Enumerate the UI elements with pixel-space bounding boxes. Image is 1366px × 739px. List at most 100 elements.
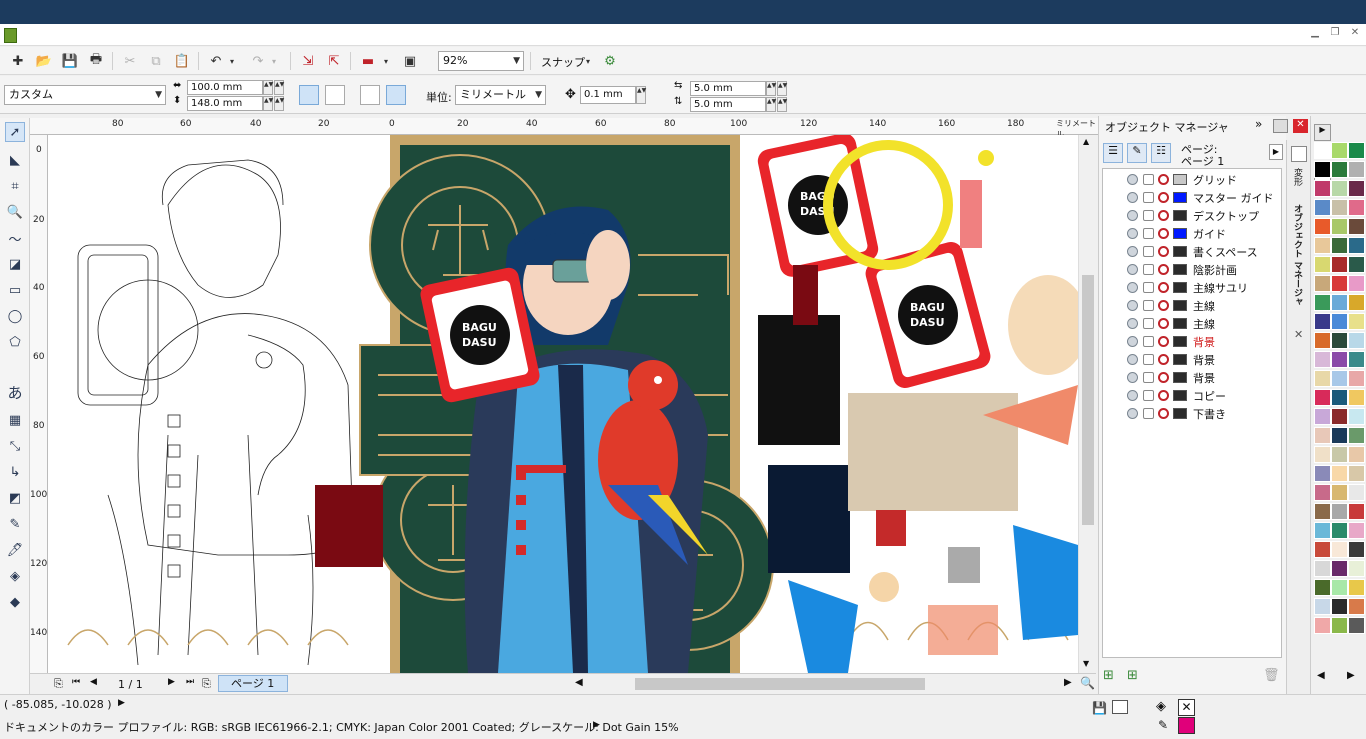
color-swatch[interactable] <box>1348 522 1365 539</box>
scroll-up-icon[interactable]: ▲ <box>1083 137 1089 146</box>
color-swatch[interactable] <box>1314 180 1331 197</box>
layer-color-swatch[interactable] <box>1173 372 1187 383</box>
all-pages-button[interactable] <box>360 85 380 105</box>
layer-color-swatch[interactable] <box>1173 174 1187 185</box>
first-page-icon[interactable]: ⏮ <box>72 677 80 687</box>
minimize-icon[interactable]: ▁ <box>1308 27 1322 38</box>
eye-icon[interactable] <box>1127 264 1138 275</box>
close-docker-icon[interactable]: ✕ <box>1293 119 1308 133</box>
color-swatch[interactable] <box>1348 332 1365 349</box>
color-swatch[interactable] <box>1314 579 1331 596</box>
lock-icon[interactable] <box>1158 390 1169 401</box>
color-swatch[interactable] <box>1331 199 1348 216</box>
printer-icon[interactable] <box>1143 174 1154 185</box>
layer-name[interactable]: グリッド <box>1193 172 1237 188</box>
page-width-spinner[interactable]: ▲▼ <box>263 80 273 95</box>
color-swatch[interactable] <box>1314 427 1331 444</box>
layer-name[interactable]: コピー <box>1193 388 1226 404</box>
prev-page-icon[interactable]: ◀ <box>90 677 97 687</box>
color-swatch[interactable] <box>1314 484 1331 501</box>
layer-name[interactable]: 背景 <box>1193 352 1215 368</box>
docker-menu-icon[interactable]: ▶ <box>1269 144 1283 160</box>
color-swatch[interactable] <box>1348 427 1365 444</box>
color-swatch[interactable] <box>1348 389 1365 406</box>
lock-icon[interactable] <box>1158 192 1169 203</box>
color-swatch[interactable] <box>1314 617 1331 634</box>
restore-icon[interactable]: ❐ <box>1328 27 1342 38</box>
color-swatch[interactable] <box>1314 503 1331 520</box>
eye-icon[interactable] <box>1127 408 1138 419</box>
connector-tool-icon[interactable]: ↳ <box>5 462 25 482</box>
eye-icon[interactable] <box>1127 390 1138 401</box>
layer-row[interactable]: 書くスペース <box>1103 243 1281 261</box>
eye-icon[interactable] <box>1127 174 1138 185</box>
text-tool-icon[interactable]: あ <box>5 382 25 402</box>
color-swatch[interactable] <box>1331 446 1348 463</box>
preview-icon[interactable] <box>1112 700 1128 714</box>
print-icon[interactable]: 🖶 <box>86 51 106 71</box>
printer-icon[interactable] <box>1143 264 1154 275</box>
cut-icon[interactable]: ✂ <box>120 51 140 71</box>
color-swatch[interactable] <box>1348 484 1365 501</box>
minimize-docker-icon[interactable] <box>1273 119 1288 133</box>
layer-name[interactable]: 下書き <box>1193 406 1226 422</box>
color-swatch[interactable] <box>1314 560 1331 577</box>
units-select[interactable]: ミリメートル ▼ <box>455 85 546 105</box>
rectangle-tool-icon[interactable]: ▭ <box>5 280 25 300</box>
color-swatch[interactable] <box>1331 427 1348 444</box>
color-swatch[interactable] <box>1331 579 1348 596</box>
layer-color-swatch[interactable] <box>1173 300 1187 311</box>
color-swatch[interactable] <box>1331 408 1348 425</box>
layer-color-swatch[interactable] <box>1173 246 1187 257</box>
options-icon[interactable]: ⚙ <box>600 51 620 71</box>
color-swatch[interactable] <box>1314 408 1331 425</box>
color-swatch[interactable] <box>1331 294 1348 311</box>
lock-icon[interactable] <box>1158 282 1169 293</box>
paste-icon[interactable]: 📋 <box>172 51 192 71</box>
publish-pdf-icon[interactable]: ▬ <box>358 51 378 71</box>
lock-icon[interactable] <box>1158 300 1169 311</box>
printer-icon[interactable] <box>1143 228 1154 239</box>
page-height-units-spinner[interactable]: ▲▼ <box>274 96 284 111</box>
printer-icon[interactable] <box>1143 300 1154 311</box>
printer-icon[interactable] <box>1143 390 1154 401</box>
layer-name[interactable]: 書くスペース <box>1193 244 1258 260</box>
layer-name[interactable]: ガイド <box>1193 226 1226 242</box>
color-swatch[interactable] <box>1314 218 1331 235</box>
snap-dropdown-icon[interactable]: ▾ <box>582 51 594 71</box>
layer-manager-view-icon[interactable]: ☷ <box>1151 143 1171 163</box>
add-page-before-icon[interactable]: ⎘ <box>54 677 63 691</box>
current-page-button[interactable] <box>386 85 406 105</box>
color-swatch[interactable] <box>1331 465 1348 482</box>
layer-name[interactable]: 陰影計画 <box>1193 262 1237 278</box>
color-swatch[interactable] <box>1348 218 1365 235</box>
layer-name[interactable]: 主線 <box>1193 298 1215 314</box>
color-swatch[interactable] <box>1348 313 1365 330</box>
eye-icon[interactable] <box>1127 210 1138 221</box>
color-swatch[interactable] <box>1314 256 1331 273</box>
horizontal-ruler[interactable]: 80 60 40 20 0 20 40 60 80 100 120 140 16… <box>30 118 1098 139</box>
color-swatch[interactable] <box>1314 294 1331 311</box>
color-swatch[interactable] <box>1331 313 1348 330</box>
portrait-button[interactable] <box>299 85 319 105</box>
fill-tool-icon[interactable]: ◈ <box>5 566 25 586</box>
undo-dropdown-icon[interactable]: ▾ <box>226 51 238 71</box>
layer-row[interactable]: 背景 <box>1103 351 1281 369</box>
eye-icon[interactable] <box>1127 318 1138 329</box>
color-swatch[interactable] <box>1331 256 1348 273</box>
document-icon[interactable] <box>4 28 17 43</box>
expand-docker-icon[interactable]: » <box>1255 117 1262 131</box>
color-swatch[interactable] <box>1314 389 1331 406</box>
color-swatch[interactable] <box>1314 199 1331 216</box>
color-swatch[interactable] <box>1331 161 1348 178</box>
nudge-spinner[interactable]: ▲▼ <box>636 86 646 104</box>
palette-scroll-left-icon[interactable]: ◀ <box>1317 670 1325 681</box>
eye-icon[interactable] <box>1127 372 1138 383</box>
color-swatch[interactable] <box>1348 503 1365 520</box>
new-document-icon[interactable]: ✚ <box>8 51 28 71</box>
eyedropper-tool-icon[interactable]: ✎ <box>5 514 25 534</box>
layer-color-swatch[interactable] <box>1173 318 1187 329</box>
tab-object-manager[interactable]: オブジェクト マネージャ <box>1291 204 1304 306</box>
duplicate-y-field[interactable]: 5.0 mm <box>690 97 766 112</box>
show-object-properties-icon[interactable]: ☰ <box>1103 143 1123 163</box>
